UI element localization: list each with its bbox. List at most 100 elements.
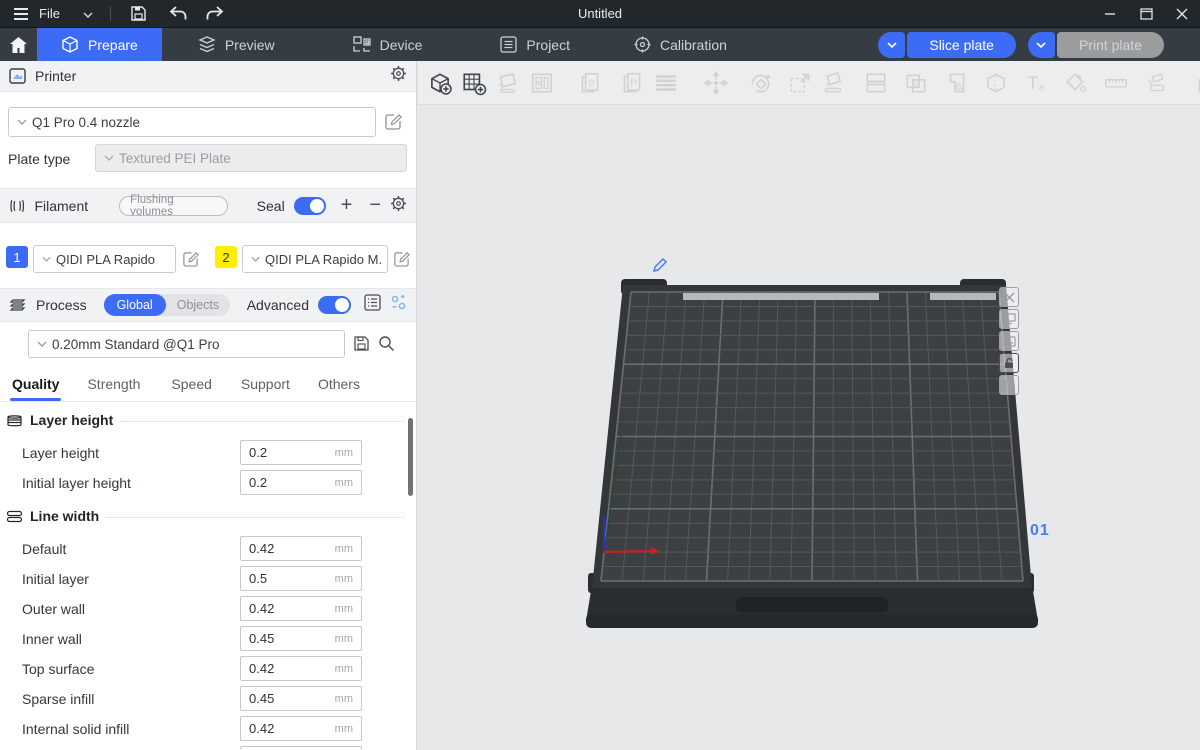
filament-2-badge[interactable]: 2 <box>215 246 237 268</box>
printer-settings-gear-icon[interactable] <box>390 65 407 87</box>
rotate-icon[interactable] <box>747 69 773 96</box>
layer-height-input[interactable]: 0.2mm <box>240 440 362 465</box>
tab-quality[interactable]: Quality <box>12 376 59 401</box>
add-filament-button[interactable]: + <box>341 194 353 217</box>
segment-objects[interactable]: Objects <box>166 298 230 312</box>
default-line-width-input[interactable]: 0.42mm <box>240 536 362 561</box>
filament-settings-gear-icon[interactable] <box>390 195 407 217</box>
seam-paint-icon[interactable] <box>1143 69 1169 96</box>
printer-preset-dropdown[interactable]: Q1 Pro 0.4 nozzle <box>8 107 376 137</box>
save-icon[interactable] <box>128 3 150 25</box>
filament-2-dropdown[interactable]: QIDI PLA Rapido M... <box>242 245 388 273</box>
split-layout-icon[interactable] <box>529 69 555 96</box>
param-label: Top surface <box>22 661 94 677</box>
internal-solid-infill-line-width-input[interactable]: 0.42mm <box>240 716 362 741</box>
tab-strength[interactable]: Strength <box>87 376 140 401</box>
edit-printer-icon[interactable] <box>384 112 402 135</box>
plate-settings-icon[interactable] <box>999 375 1019 395</box>
filament-section-header: Filament Flushing volumes Seal + − <box>0 188 416 223</box>
compare-presets-icon[interactable] <box>390 294 407 316</box>
tab-prepare[interactable]: Prepare <box>37 28 162 62</box>
print-options-chevron[interactable] <box>1028 32 1055 58</box>
plate-name-icon[interactable] <box>999 331 1019 351</box>
slice-plate-button[interactable]: Slice plate <box>907 32 1016 58</box>
inner-wall-line-width-input[interactable]: 0.45mm <box>240 626 362 651</box>
initial-layer-height-input[interactable]: 0.2mm <box>240 470 362 495</box>
maximize-button[interactable] <box>1128 0 1164 27</box>
tab-support[interactable]: Support <box>241 376 290 401</box>
close-button[interactable] <box>1164 0 1200 27</box>
redo-icon[interactable] <box>204 3 226 25</box>
param-input-partial <box>240 746 362 750</box>
tab-device[interactable]: Device <box>329 28 447 62</box>
file-menu[interactable]: File <box>39 6 60 21</box>
delete-plate-icon[interactable] <box>999 287 1019 307</box>
flushing-volumes-button[interactable]: Flushing volumes <box>119 196 228 216</box>
x-axis-line <box>604 551 651 552</box>
undo-icon[interactable] <box>167 3 189 25</box>
viewport-3d[interactable]: 0 P Ta <box>418 61 1200 750</box>
plate-top-strip <box>683 293 879 300</box>
plate-handle-notch <box>736 597 888 612</box>
doc-p-icon[interactable]: P <box>619 69 645 96</box>
measure-icon[interactable] <box>1103 69 1129 96</box>
filament-1-badge[interactable]: 1 <box>6 246 28 268</box>
tab-preview[interactable]: Preview <box>174 28 299 62</box>
color-paint-icon[interactable] <box>1063 69 1089 96</box>
cut-cube-icon[interactable] <box>983 69 1009 96</box>
build-plate-scene[interactable] <box>418 61 1200 750</box>
segment-global[interactable]: Global <box>104 294 166 316</box>
home-button[interactable] <box>0 28 37 62</box>
printer-header-label: Printer <box>35 68 76 84</box>
doc-zero-icon[interactable]: 0 <box>577 69 603 96</box>
save-preset-icon[interactable] <box>353 335 370 357</box>
fill-wall-icon[interactable] <box>943 69 969 96</box>
param-label: Layer height <box>22 445 99 461</box>
arrange-plate-icon[interactable] <box>999 309 1019 329</box>
print-plate-button[interactable]: Print plate <box>1057 32 1164 58</box>
device-icon <box>353 36 371 53</box>
project-icon <box>500 36 517 53</box>
cut-split-icon[interactable] <box>863 69 889 96</box>
param-label: Default <box>22 541 66 557</box>
tab-project[interactable]: Project <box>476 28 594 62</box>
tab-calibration[interactable]: Calibration <box>610 28 751 62</box>
parameter-list-icon[interactable] <box>364 294 381 316</box>
sparse-infill-line-width-input[interactable]: 0.45mm <box>240 686 362 711</box>
edit-filament-2-icon[interactable] <box>393 250 410 272</box>
outer-wall-line-width-input[interactable]: 0.42mm <box>240 596 362 621</box>
minimize-button[interactable] <box>1092 0 1128 27</box>
line-width-group-header: Line width <box>6 508 404 524</box>
sidebar-scrollbar[interactable] <box>408 418 413 496</box>
tab-speed[interactable]: Speed <box>171 376 211 401</box>
top-surface-line-width-input[interactable]: 0.42mm <box>240 656 362 681</box>
text-tool-icon[interactable]: Ta <box>1023 69 1049 96</box>
plate-type-dropdown[interactable]: Textured PEI Plate <box>95 144 407 172</box>
advanced-toggle[interactable] <box>318 296 351 314</box>
hamburger-menu-icon[interactable] <box>10 3 32 25</box>
lay-on-face-icon[interactable] <box>821 69 847 96</box>
scale-icon[interactable] <box>787 69 813 96</box>
mesh-boolean-icon[interactable] <box>903 69 929 96</box>
process-preset-dropdown[interactable]: 0.20mm Standard @Q1 Pro <box>28 330 345 358</box>
file-menu-chevron-icon[interactable] <box>83 5 93 23</box>
add-object-icon[interactable] <box>427 69 453 96</box>
lock-plate-icon[interactable] <box>999 353 1019 373</box>
assembly-view-icon[interactable] <box>1193 69 1200 96</box>
slice-options-chevron[interactable] <box>878 32 905 58</box>
plate-edit-pencil-icon[interactable] <box>652 257 668 278</box>
remove-filament-button[interactable]: − <box>369 194 381 217</box>
move-icon[interactable] <box>703 69 729 96</box>
process-header-label: Process <box>36 297 87 313</box>
seal-toggle[interactable] <box>294 197 326 215</box>
qidi-studio-window: File Untitled <box>0 0 1200 750</box>
global-objects-switch[interactable]: Global Objects <box>104 294 231 316</box>
auto-arrange-icon[interactable] <box>495 69 521 96</box>
tab-others[interactable]: Others <box>318 376 360 401</box>
add-plate-icon[interactable] <box>461 69 487 96</box>
object-list-icon[interactable] <box>653 69 679 96</box>
filament-1-dropdown[interactable]: QIDI PLA Rapido <box>33 245 176 273</box>
search-preset-icon[interactable] <box>378 335 395 357</box>
initial-layer-line-width-input[interactable]: 0.5mm <box>240 566 362 591</box>
edit-filament-1-icon[interactable] <box>182 250 199 272</box>
